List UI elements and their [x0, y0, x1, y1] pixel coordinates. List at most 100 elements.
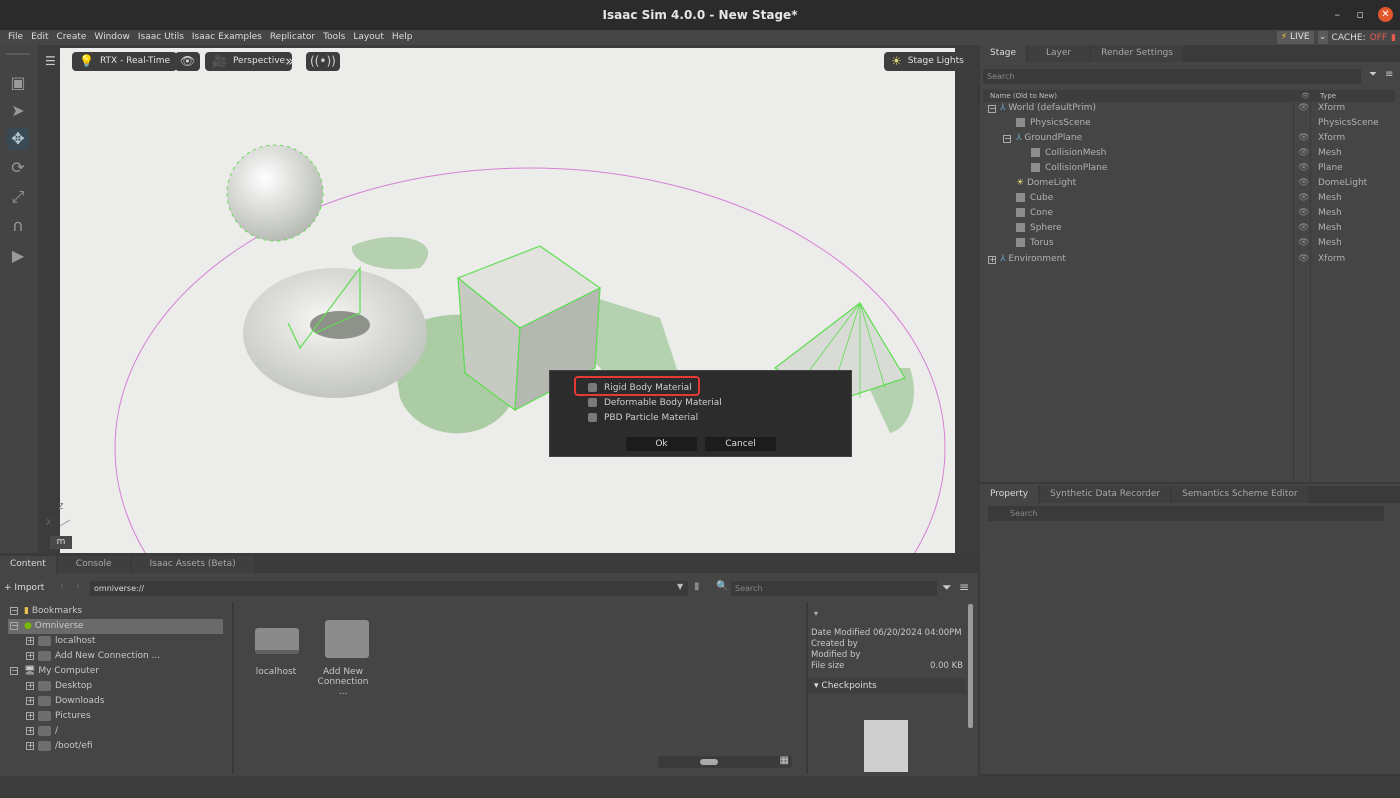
renderer-button[interactable]: 💡 RTX - Real-Time — [72, 52, 178, 71]
import-button[interactable]: + Import — [4, 581, 44, 596]
tree-row-cone[interactable]: Cone 👁 Mesh — [988, 206, 1393, 221]
maximize-button[interactable]: ▫ — [1357, 0, 1364, 30]
tab-stage[interactable]: Stage — [980, 45, 1027, 62]
tab-layer[interactable]: Layer — [1028, 45, 1090, 62]
path-dropdown-icon[interactable]: ▼ — [677, 582, 683, 591]
filter-icon[interactable]: ⏷ — [1369, 69, 1377, 80]
live-dropdown-icon[interactable]: ⌄ — [1317, 31, 1328, 44]
visibility-eye-icon[interactable]: 👁 — [1298, 221, 1309, 236]
menu-edit[interactable]: Edit — [31, 30, 48, 45]
content-search-input[interactable]: Search — [731, 581, 937, 596]
tree-downloads[interactable]: + Downloads — [26, 694, 104, 709]
menu-isaac-examples[interactable]: Isaac Examples — [192, 30, 262, 45]
tree-omniverse[interactable]: − ● Omniverse — [8, 619, 223, 634]
options-icon[interactable]: ≡ — [959, 580, 969, 594]
tree-boot-efi[interactable]: +/boot/efi — [26, 739, 93, 754]
property-search-input[interactable]: Search — [988, 506, 1384, 521]
tab-console[interactable]: Console — [57, 556, 130, 573]
grid-item-add-connection[interactable]: Add New Connection ... — [312, 667, 374, 697]
visibility-eye-icon[interactable]: 👁 — [1298, 101, 1309, 116]
menu-file[interactable]: File — [8, 30, 23, 45]
back-arrow-icon[interactable]: ‹ — [60, 581, 64, 592]
grid-item-localhost[interactable]: localhost — [245, 667, 307, 677]
expand-icon[interactable]: + — [988, 256, 996, 264]
add-connection-folder-icon[interactable] — [325, 620, 369, 658]
pbd-particle-checkbox[interactable] — [588, 413, 597, 422]
visibility-button[interactable]: 👁 — [175, 52, 201, 71]
minimize-button[interactable]: – — [1335, 0, 1341, 30]
expand-chevron-icon[interactable]: » — [285, 52, 294, 71]
cancel-button[interactable]: Cancel — [705, 437, 776, 451]
stage-search-input[interactable]: Search — [983, 69, 1361, 84]
visibility-eye-icon[interactable]: 👁 — [1298, 146, 1309, 161]
ok-button[interactable]: Ok — [626, 437, 697, 451]
tab-content[interactable]: Content — [0, 556, 56, 573]
visibility-eye-icon[interactable]: 👁 — [1298, 206, 1309, 221]
snap-magnet-icon[interactable]: ∩ — [7, 215, 29, 237]
deformable-body-checkbox[interactable] — [588, 398, 597, 407]
zoom-slider[interactable]: ▦ — [658, 755, 792, 768]
visibility-eye-icon[interactable]: 👁 — [1298, 252, 1309, 267]
sensor-button[interactable]: ((•)) — [306, 52, 340, 71]
menu-tools[interactable]: Tools — [323, 30, 345, 45]
tab-synthetic-data-recorder[interactable]: Synthetic Data Recorder — [1040, 486, 1171, 503]
menu-isaac-utils[interactable]: Isaac Utils — [138, 30, 184, 45]
details-scrollbar[interactable] — [968, 604, 973, 728]
forward-arrow-icon[interactable]: › — [76, 581, 80, 592]
tree-row-cube[interactable]: Cube 👁 Mesh — [988, 191, 1393, 206]
camera-button[interactable]: 🎥 Perspective — [205, 52, 293, 71]
cache-icon[interactable]: ▮ — [1391, 33, 1396, 43]
visibility-eye-icon[interactable]: 👁 — [1298, 161, 1309, 176]
tree-bookmarks[interactable]: − ▮ Bookmarks — [10, 604, 82, 619]
tab-isaac-assets[interactable]: Isaac Assets (Beta) — [131, 556, 254, 573]
menu-create[interactable]: Create — [57, 30, 87, 45]
select-mode-icon[interactable]: ▣ — [7, 72, 29, 94]
menu-layout[interactable]: Layout — [353, 30, 384, 45]
tree-row-groundplane[interactable]: − ⅄ GroundPlane 👁 Xform — [988, 131, 1393, 146]
viewport-settings-button[interactable]: ☰ — [41, 52, 60, 71]
play-icon[interactable]: ▶ — [7, 245, 29, 267]
list-view-icon[interactable]: ▦ — [780, 755, 789, 766]
visibility-eye-icon[interactable]: 👁 — [1298, 236, 1309, 251]
sphere-object[interactable] — [226, 144, 324, 242]
zoom-slider-handle[interactable] — [700, 759, 718, 765]
tree-add-connection[interactable]: + Add New Connection ... — [26, 649, 160, 664]
visibility-eye-icon[interactable]: 👁 — [1298, 191, 1309, 206]
live-button[interactable]: ⚡ LIVE — [1276, 31, 1314, 44]
menu-help[interactable]: Help — [392, 30, 413, 45]
visibility-eye-icon[interactable]: 👁 — [1298, 131, 1309, 146]
tab-semantics-scheme-editor[interactable]: Semantics Scheme Editor — [1172, 486, 1308, 503]
move-icon[interactable]: ✥ — [7, 128, 29, 150]
tree-row-collisionplane[interactable]: CollisionPlane 👁 Plane — [988, 161, 1393, 176]
scale-icon[interactable]: ⤢ — [7, 186, 29, 208]
tree-root[interactable]: + / — [26, 724, 58, 739]
tree-localhost[interactable]: + localhost — [26, 634, 95, 649]
bookmark-icon[interactable]: ▮ — [694, 581, 700, 592]
viewport-scene[interactable] — [60, 48, 955, 553]
visibility-eye-icon[interactable]: 👁 — [1298, 176, 1309, 191]
tree-pictures[interactable]: + Pictures — [26, 709, 91, 724]
tree-row-domelight[interactable]: ☀ DomeLight 👁 DomeLight — [988, 176, 1393, 191]
tab-property[interactable]: Property — [980, 486, 1039, 503]
menu-replicator[interactable]: Replicator — [270, 30, 315, 45]
cache-state[interactable]: OFF — [1370, 33, 1387, 43]
tree-row-collisionmesh[interactable]: CollisionMesh 👁 Mesh — [988, 146, 1393, 161]
tree-desktop[interactable]: + Desktop — [26, 679, 92, 694]
options-icon[interactable]: ≡ — [1385, 69, 1393, 80]
collapse-icon[interactable]: − — [988, 105, 996, 113]
menu-window[interactable]: Window — [94, 30, 130, 45]
tree-row-torus[interactable]: Torus 👁 Mesh — [988, 236, 1393, 251]
tree-row-environment[interactable]: + ⅄ Environment 👁 Xform — [988, 252, 1393, 267]
close-button[interactable]: ✕ — [1378, 7, 1393, 22]
tree-row-physicsscene[interactable]: PhysicsScene PhysicsScene — [988, 116, 1393, 131]
deformable-body-label[interactable]: Deformable Body Material — [604, 398, 722, 408]
stage-lights-button[interactable]: ☀ Stage Lights — [884, 52, 971, 71]
tab-render-settings[interactable]: Render Settings — [1091, 45, 1183, 62]
tree-row-sphere[interactable]: Sphere 👁 Mesh — [988, 221, 1393, 236]
checkpoints-header[interactable]: ▾ Checkpoints — [808, 678, 966, 694]
filter-icon[interactable]: ⏷ — [942, 580, 952, 595]
select-arrow-icon[interactable]: ➤ — [7, 100, 29, 122]
pbd-particle-label[interactable]: PBD Particle Material — [604, 413, 698, 423]
tree-row-world[interactable]: − ⅄ World (defaultPrim) 👁 Xform — [988, 101, 1393, 116]
path-field[interactable]: omniverse:// — [90, 581, 688, 596]
